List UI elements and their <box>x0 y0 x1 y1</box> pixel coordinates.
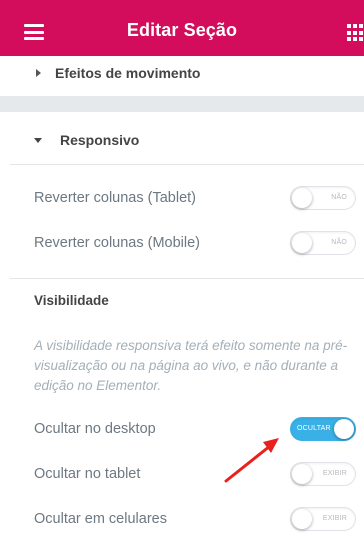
section-efeitos-de-movimento[interactable]: Efeitos de movimento <box>0 58 364 88</box>
toggle-hide-desktop[interactable]: OCULTAR <box>290 417 356 441</box>
toggle-knob <box>292 188 312 208</box>
divider <box>10 278 364 279</box>
widgets-grid-icon[interactable] <box>347 24 364 42</box>
toggle-reverse-mobile[interactable]: NÃO <box>290 231 356 255</box>
toggle-knob <box>292 233 312 253</box>
panel-title: Editar Seção <box>126 20 238 40</box>
toggle-state-label: NÃO <box>331 239 347 246</box>
panel-header: Editar Seção <box>0 0 364 56</box>
section-separator <box>0 96 364 112</box>
toggle-hide-tablet[interactable]: EXIBIR <box>290 462 356 486</box>
control-label: Ocultar em celulares <box>34 511 167 527</box>
control-label: Ocultar no tablet <box>34 466 141 482</box>
toggle-state-label: EXIBIR <box>322 470 347 477</box>
visibility-heading: Visibilidade <box>34 293 109 308</box>
section-responsivo[interactable]: Responsivo <box>0 122 364 158</box>
toggle-knob <box>292 509 312 529</box>
section-label: Efeitos de movimento <box>55 65 201 81</box>
control-label: Ocultar no desktop <box>34 421 156 437</box>
control-label: Reverter colunas (Tablet) <box>34 190 196 206</box>
toggle-knob <box>334 419 354 439</box>
control-label: Reverter colunas (Mobile) <box>34 235 201 251</box>
toggle-knob <box>292 464 312 484</box>
caret-right-icon <box>36 69 41 77</box>
divider <box>10 164 364 165</box>
visibility-description: A visibilidade responsiva terá efeito so… <box>34 338 348 393</box>
toggle-reverse-tablet[interactable]: NÃO <box>290 186 356 210</box>
caret-down-icon <box>34 137 42 143</box>
toggle-state-label: OCULTAR <box>297 425 331 432</box>
toggle-state-label: EXIBIR <box>322 515 347 522</box>
toggle-hide-mobile[interactable]: EXIBIR <box>290 507 356 531</box>
section-label: Responsivo <box>60 132 140 148</box>
toggle-state-label: NÃO <box>331 194 347 201</box>
